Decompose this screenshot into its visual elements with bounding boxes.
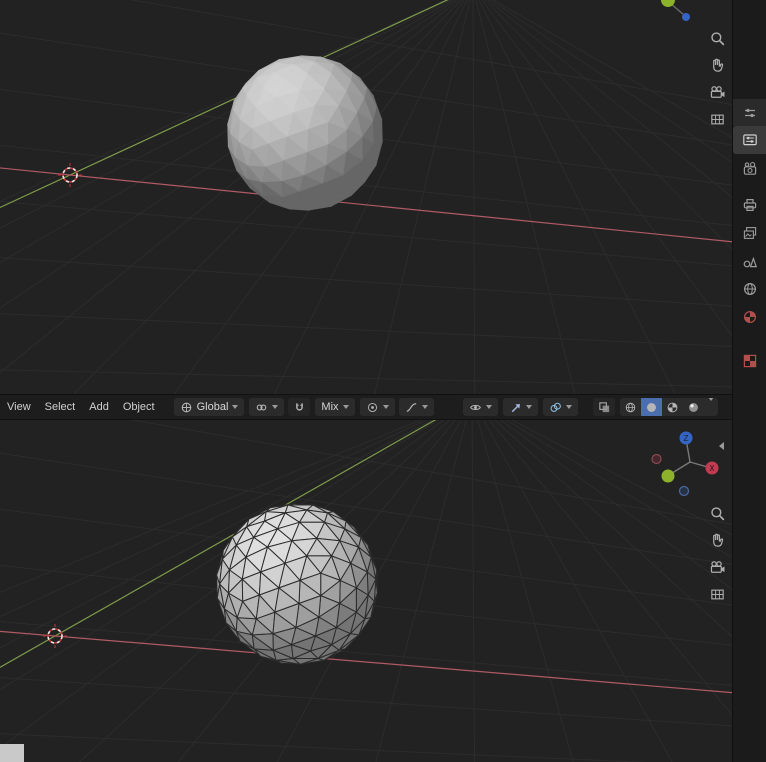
sidebar-collapse-arrow[interactable]	[719, 442, 724, 450]
pan-hand-icon[interactable]	[708, 531, 726, 549]
shading-material-icon	[667, 402, 678, 412]
overlays-icon	[550, 402, 561, 412]
shading-wireframe-button[interactable]	[620, 398, 641, 416]
viewport-3d-bottom[interactable]: Z X	[0, 420, 732, 762]
viewport-header: View Select Add Object Global Mix	[0, 394, 732, 420]
chevron-down-icon	[486, 405, 492, 409]
tab-render-properties[interactable]	[733, 156, 766, 182]
chevron-down-icon	[566, 405, 572, 409]
object-visibility-dropdown[interactable]	[463, 398, 498, 416]
chevron-down-icon	[342, 405, 349, 409]
gizmo-arrow-icon	[511, 403, 520, 412]
properties-rail	[732, 0, 766, 762]
tab-scene-properties[interactable]	[733, 248, 766, 274]
snap-target-dropdown[interactable]	[249, 398, 285, 416]
transform-orientation-dropdown[interactable]: Global	[173, 398, 245, 416]
shading-mode-segment	[620, 398, 718, 416]
falloff-dropdown[interactable]	[398, 398, 434, 416]
tab-output-properties[interactable]	[733, 192, 766, 218]
shading-material-button[interactable]	[662, 398, 683, 416]
render-camera-icon	[743, 161, 757, 175]
viewport-top-canvas	[0, 0, 732, 394]
chevron-down-icon	[708, 398, 714, 413]
toggle-xray-button[interactable]	[593, 398, 615, 416]
world-globe-icon	[743, 282, 757, 296]
ortho-grid-icon[interactable]	[708, 110, 726, 128]
shading-rendered-icon	[689, 402, 698, 412]
zoom-icon[interactable]	[708, 29, 726, 47]
ortho-grid-icon[interactable]	[708, 585, 726, 603]
chevron-down-icon	[232, 405, 239, 409]
properties-editor-icon	[745, 108, 755, 117]
show-gizmos-dropdown[interactable]	[503, 398, 538, 416]
orientation-label: Global	[196, 401, 229, 413]
gizmo-x-label: X	[709, 464, 714, 473]
navigation-gizmo[interactable]: Z X	[650, 428, 732, 502]
scene-icon	[743, 256, 758, 268]
menu-view[interactable]: View	[0, 395, 38, 419]
tab-view-layer-properties[interactable]	[733, 220, 766, 246]
blender-window: View Select Add Object Global Mix Z X	[0, 0, 766, 762]
gizmo-x-neg-ball[interactable]	[651, 453, 662, 465]
gizmo-z-neg-ball[interactable]	[682, 13, 690, 21]
chevron-down-icon	[526, 405, 532, 409]
pan-hand-icon[interactable]	[708, 56, 726, 74]
tab-active-tool[interactable]	[733, 126, 766, 154]
viewport-nav-controls	[708, 29, 726, 128]
viewport-bottom-canvas	[0, 420, 732, 762]
eye-icon	[470, 404, 481, 410]
proportional-editing-icon	[367, 402, 377, 412]
chevron-down-icon	[421, 405, 428, 409]
snap-magnet-toggle[interactable]	[288, 398, 311, 416]
viewport-3d-top[interactable]	[0, 0, 732, 394]
tab-world-properties[interactable]	[733, 276, 766, 302]
blend-mode-label: Mix	[321, 401, 339, 413]
proportional-editing-dropdown[interactable]	[359, 398, 395, 416]
images-stack-icon	[743, 227, 757, 239]
chevron-down-icon	[272, 405, 279, 409]
camera-view-icon[interactable]	[708, 558, 726, 576]
tab-texture-properties[interactable]	[733, 348, 766, 374]
editor-corner-widget[interactable]	[0, 744, 24, 762]
snap-link-icon	[257, 404, 267, 410]
shading-options-chevron[interactable]	[704, 398, 718, 413]
chevron-down-icon	[382, 405, 389, 409]
viewport-header-right	[463, 398, 718, 416]
shading-solid-icon	[647, 402, 656, 412]
menu-add[interactable]: Add	[82, 395, 116, 419]
xray-icon	[598, 401, 609, 412]
active-tool-icon	[743, 134, 757, 146]
orientation-globe-icon	[181, 402, 191, 412]
menu-object[interactable]: Object	[116, 395, 162, 419]
gizmo-z-label: Z	[683, 434, 688, 443]
navigation-gizmo-partial[interactable]	[650, 0, 714, 28]
viewport-nav-controls	[708, 504, 726, 603]
printer-icon	[743, 199, 757, 211]
shading-rendered-button[interactable]	[683, 398, 704, 416]
falloff-curve-icon	[406, 402, 416, 412]
material-sphere-icon	[743, 310, 757, 324]
blend-mode-dropdown[interactable]: Mix	[315, 398, 355, 416]
shading-solid-button[interactable]	[641, 398, 662, 416]
camera-view-icon[interactable]	[708, 83, 726, 101]
properties-editor-header[interactable]	[733, 99, 766, 126]
texture-checker-icon	[743, 354, 757, 368]
magnet-icon	[296, 402, 303, 411]
menu-select[interactable]: Select	[38, 395, 83, 419]
gizmo-z-neg-ball[interactable]	[678, 485, 690, 497]
gizmo-y-axis-ball[interactable]	[661, 469, 675, 483]
tab-material-properties[interactable]	[733, 304, 766, 330]
zoom-icon[interactable]	[708, 504, 726, 522]
shading-wireframe-icon	[625, 402, 636, 412]
show-overlays-dropdown[interactable]	[543, 398, 578, 416]
